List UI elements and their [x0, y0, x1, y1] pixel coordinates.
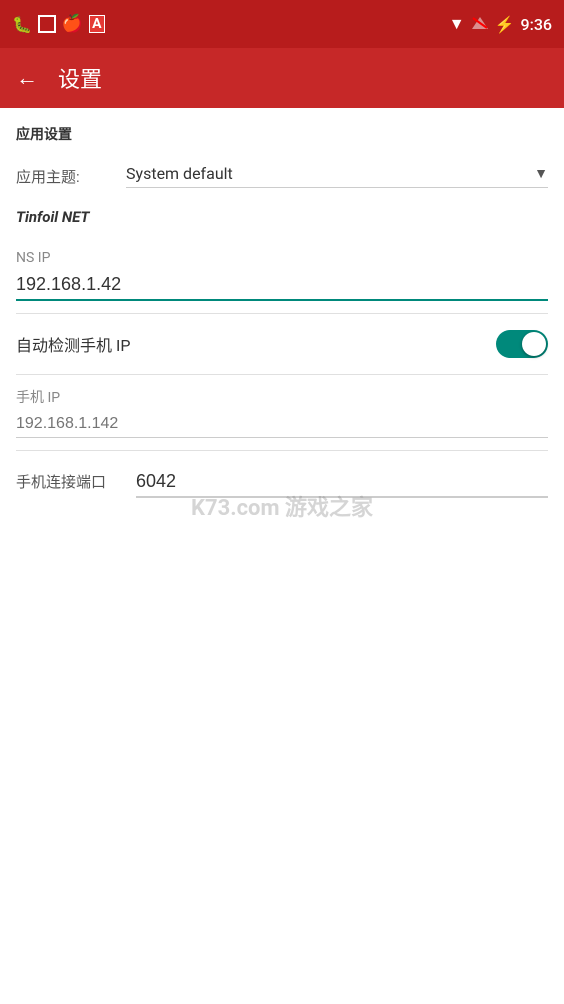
toggle-thumb [522, 332, 546, 356]
theme-dropdown[interactable]: System default ▼ [126, 164, 548, 188]
tinfoil-net-label: Tinfoil NET [16, 208, 548, 226]
status-bar-right-icons: ▼ ⚡ 9:36 [449, 14, 552, 34]
battery-icon: ⚡ [495, 15, 515, 34]
chevron-down-icon: ▼ [534, 165, 548, 182]
phone-ip-label: 手机 IP [16, 387, 548, 407]
back-button[interactable]: ← [16, 65, 38, 91]
app-settings-header: 应用设置 [16, 124, 548, 144]
wifi-icon: ▼ [449, 14, 465, 34]
app-settings-section: 应用设置 应用主题: System default ▼ [16, 124, 548, 200]
signal-icon [471, 15, 489, 34]
ns-ip-row: NS IP [16, 238, 548, 305]
a-icon: A [89, 15, 104, 33]
status-bar: 🐛 🍎 A ▼ ⚡ 9:36 [0, 0, 564, 48]
app-bar: ← 设置 [0, 48, 564, 108]
ns-ip-label: NS IP [16, 250, 548, 266]
settings-content: 应用设置 应用主题: System default ▼ Tinfoil NET … [0, 108, 564, 502]
port-input-container [136, 467, 548, 498]
ns-ip-input[interactable] [16, 270, 548, 301]
apple-icon: 🍎 [62, 14, 83, 34]
page-title: 设置 [58, 62, 102, 94]
theme-row: 应用主题: System default ▼ [16, 152, 548, 200]
theme-label: 应用主题: [16, 166, 126, 187]
theme-value: System default [126, 164, 534, 183]
port-label: 手机连接端口 [16, 471, 136, 492]
status-bar-left-icons: 🐛 🍎 A [12, 14, 105, 34]
phone-ip-input[interactable] [16, 411, 548, 438]
auto-detect-toggle[interactable] [496, 330, 548, 358]
square-icon [38, 15, 56, 33]
auto-detect-label: 自动检测手机 IP [16, 332, 496, 356]
status-time: 9:36 [521, 15, 553, 34]
port-row: 手机连接端口 [16, 451, 548, 502]
bug-icon: 🐛 [12, 15, 32, 34]
phone-ip-row: 手机 IP [16, 375, 548, 442]
auto-detect-row: 自动检测手机 IP [16, 314, 548, 374]
port-input[interactable] [136, 467, 548, 498]
